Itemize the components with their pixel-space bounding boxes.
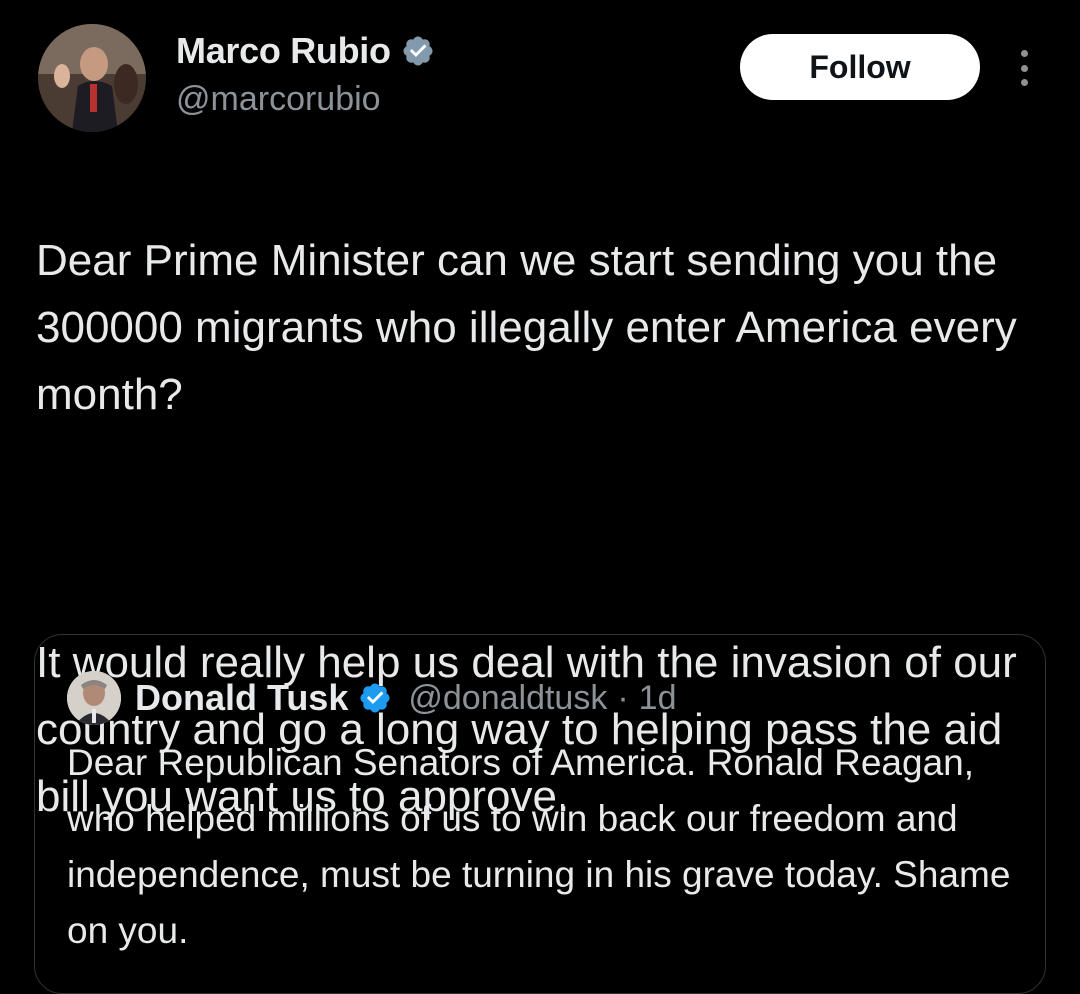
quoted-tweet-card[interactable]: Donald Tusk @donaldtusk · 1d Dear Republ… — [34, 634, 1046, 994]
quoted-separator: · — [617, 678, 629, 717]
verified-blue-badge-icon — [358, 681, 392, 715]
tweet-paragraph: Dear Prime Minister can we start sending… — [36, 236, 1017, 419]
quoted-timestamp: 1d — [638, 678, 677, 717]
more-options-icon[interactable] — [1012, 50, 1036, 86]
tweet-paragraph-spacer — [36, 495, 1056, 562]
quoted-author-handle: @donaldtusk — [408, 678, 608, 717]
author-name[interactable]: Marco Rubio — [176, 30, 391, 72]
tweet: Marco Rubio @marcorubio Follow Dear Prim… — [0, 0, 1080, 994]
follow-button[interactable]: Follow — [740, 34, 980, 100]
author-name-row: Marco Rubio — [176, 30, 435, 72]
quoted-tweet-header: Donald Tusk @donaldtusk · 1d — [67, 671, 677, 725]
verified-gray-badge-icon — [401, 34, 435, 68]
author-avatar[interactable] — [38, 24, 146, 132]
quoted-tweet-text: Dear Republican Senators of America. Ron… — [67, 742, 1011, 951]
quoted-author-name: Donald Tusk — [135, 677, 349, 718]
author-handle[interactable]: @marcorubio — [176, 80, 381, 119]
quoted-author-avatar — [67, 671, 121, 725]
